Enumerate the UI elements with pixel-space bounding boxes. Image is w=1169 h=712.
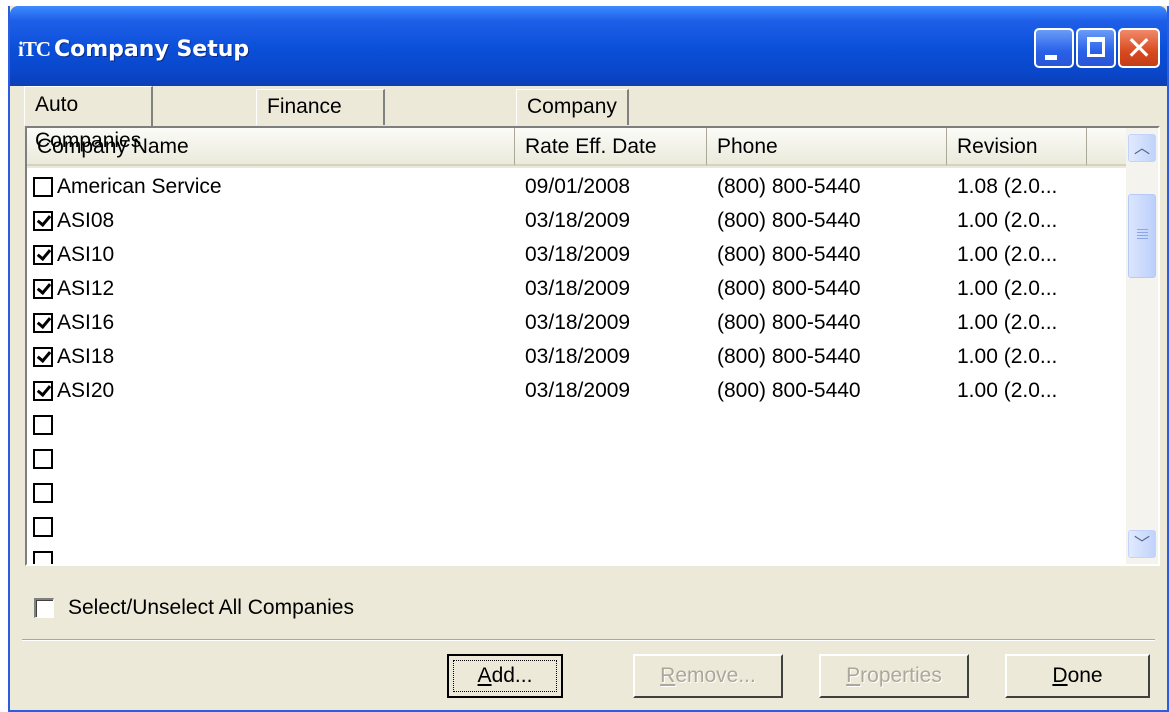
phone-cell: (800) 800-5440 (717, 379, 861, 402)
table-row[interactable]: ASI18 03/18/2009 (800) 800-5440 1.00 (2.0..… (27, 340, 1126, 374)
revision-cell: 1.00 (2.0... (957, 209, 1058, 232)
revision-cell: 1.00 (2.0... (957, 243, 1058, 266)
list-header: Company Name Rate Eff. Date Phone Revisi… (27, 128, 1126, 168)
table-row[interactable] (27, 442, 1126, 476)
phone-cell: (800) 800-5440 (717, 209, 861, 232)
company-name-cell: American Service (57, 175, 222, 198)
select-all-box[interactable] (34, 598, 54, 618)
table-row[interactable]: ASI08 03/18/2009 (800) 800-5440 1.00 (2.0..… (27, 204, 1126, 238)
scroll-down-button[interactable]: ﹀ (1128, 530, 1156, 558)
rate-date-cell: 03/18/2009 (525, 311, 631, 334)
row-checkbox[interactable] (33, 313, 53, 333)
company-name-cell: ASI08 (57, 209, 115, 232)
rate-date-cell: 03/18/2009 (525, 209, 631, 232)
column-header-filler (1087, 128, 1126, 166)
minimize-button[interactable] (1034, 28, 1074, 68)
revision-cell: 1.00 (2.0... (957, 345, 1058, 368)
row-checkbox[interactable] (33, 483, 53, 503)
properties-accel: P (846, 664, 861, 687)
column-header-rate-eff-date[interactable]: Rate Eff. Date (515, 128, 707, 166)
rate-date-cell: 03/18/2009 (525, 379, 631, 402)
properties-label-rest: roperties (860, 664, 942, 687)
revision-cell: 1.00 (2.0... (957, 311, 1058, 334)
rate-date-cell: 03/18/2009 (525, 243, 631, 266)
scroll-thumb[interactable] (1128, 194, 1156, 278)
row-checkbox[interactable] (33, 245, 53, 265)
vertical-scrollbar[interactable]: ︿ ﹀ (1126, 128, 1158, 564)
companies-listview[interactable]: Company Name Rate Eff. Date Phone Revisi… (27, 128, 1126, 564)
phone-cell: (800) 800-5440 (717, 345, 861, 368)
company-name-cell: ASI20 (57, 379, 115, 402)
scroll-up-button[interactable]: ︿ (1128, 134, 1156, 162)
maximize-icon (1087, 37, 1105, 57)
column-header-revision[interactable]: Revision (947, 128, 1087, 166)
done-button[interactable]: Done (1005, 654, 1150, 698)
close-button[interactable]: ✕ (1118, 28, 1160, 68)
window-title: Company Setup (54, 37, 250, 62)
chevron-up-icon: ︿ (1133, 138, 1150, 157)
row-checkbox[interactable] (33, 381, 53, 401)
table-row[interactable]: ASI20 03/18/2009 (800) 800-5440 1.00 (2.0..… (27, 374, 1126, 408)
done-label-rest: one (1067, 664, 1103, 687)
title-bar[interactable]: iTC Company Setup ✕ (10, 6, 1167, 86)
rate-date-cell: 03/18/2009 (525, 277, 631, 300)
row-checkbox[interactable] (33, 211, 53, 231)
tab-company-groups[interactable]: Company Groups (516, 89, 629, 152)
phone-cell: (800) 800-5440 (717, 243, 861, 266)
table-row[interactable]: American Service 09/01/2008 (800) 800-5440… (27, 170, 1126, 204)
tab-auto-companies[interactable]: Auto Companies (24, 86, 154, 152)
remove-label-rest: emove... (675, 664, 756, 687)
column-header-phone[interactable]: Phone (707, 128, 947, 166)
focus-rect (453, 660, 557, 692)
chevron-down-icon: ﹀ (1133, 534, 1150, 553)
maximize-button[interactable] (1076, 28, 1116, 68)
rate-date-cell: 03/18/2009 (525, 345, 631, 368)
grip-icon (1137, 229, 1148, 241)
remove-accel: R (660, 664, 676, 687)
phone-cell: (800) 800-5440 (717, 311, 861, 334)
close-icon: ✕ (1125, 29, 1153, 67)
phone-cell: (800) 800-5440 (717, 175, 861, 198)
table-row[interactable] (27, 476, 1126, 510)
company-name-cell: ASI16 (57, 311, 115, 334)
divider (22, 639, 1155, 641)
tab-finance-companies[interactable]: Finance Companies (256, 89, 386, 152)
row-checkbox[interactable] (33, 449, 53, 469)
minimize-icon (1045, 55, 1057, 60)
app-logo-icon: iTC (18, 37, 51, 61)
revision-cell: 1.08 (2.0... (957, 175, 1058, 198)
add-button[interactable]: Add... (447, 654, 563, 698)
company-setup-window: iTC Company Setup ✕ Auto Companies Finan… (8, 6, 1169, 712)
rate-date-cell: 09/01/2008 (525, 175, 631, 198)
table-row[interactable] (27, 408, 1126, 442)
phone-cell: (800) 800-5440 (717, 277, 861, 300)
row-checkbox[interactable] (33, 279, 53, 299)
revision-cell: 1.00 (2.0... (957, 277, 1058, 300)
row-checkbox[interactable] (33, 415, 53, 435)
row-checkbox[interactable] (33, 347, 53, 367)
company-name-cell: ASI12 (57, 277, 115, 300)
done-accel: D (1052, 664, 1068, 687)
table-row[interactable]: ASI12 03/18/2009 (800) 800-5440 1.00 (2.0..… (27, 272, 1126, 306)
table-row[interactable]: ASI10 03/18/2009 (800) 800-5440 1.00 (2.0..… (27, 238, 1126, 272)
table-row[interactable]: ASI16 03/18/2009 (800) 800-5440 1.00 (2.0..… (27, 306, 1126, 340)
row-checkbox[interactable] (33, 517, 53, 537)
properties-button[interactable]: Properties (819, 654, 969, 698)
row-checkbox[interactable] (33, 551, 53, 564)
row-checkbox[interactable] (33, 177, 53, 197)
revision-cell: 1.00 (2.0... (957, 379, 1058, 402)
table-row[interactable] (27, 544, 1126, 564)
company-name-cell: ASI10 (57, 243, 115, 266)
table-row[interactable] (27, 510, 1126, 544)
company-name-cell: ASI18 (57, 345, 115, 368)
select-all-label: Select/Unselect All Companies (68, 596, 354, 619)
companies-list-panel: Company Name Rate Eff. Date Phone Revisi… (25, 126, 1160, 566)
remove-button[interactable]: Remove... (633, 654, 783, 698)
